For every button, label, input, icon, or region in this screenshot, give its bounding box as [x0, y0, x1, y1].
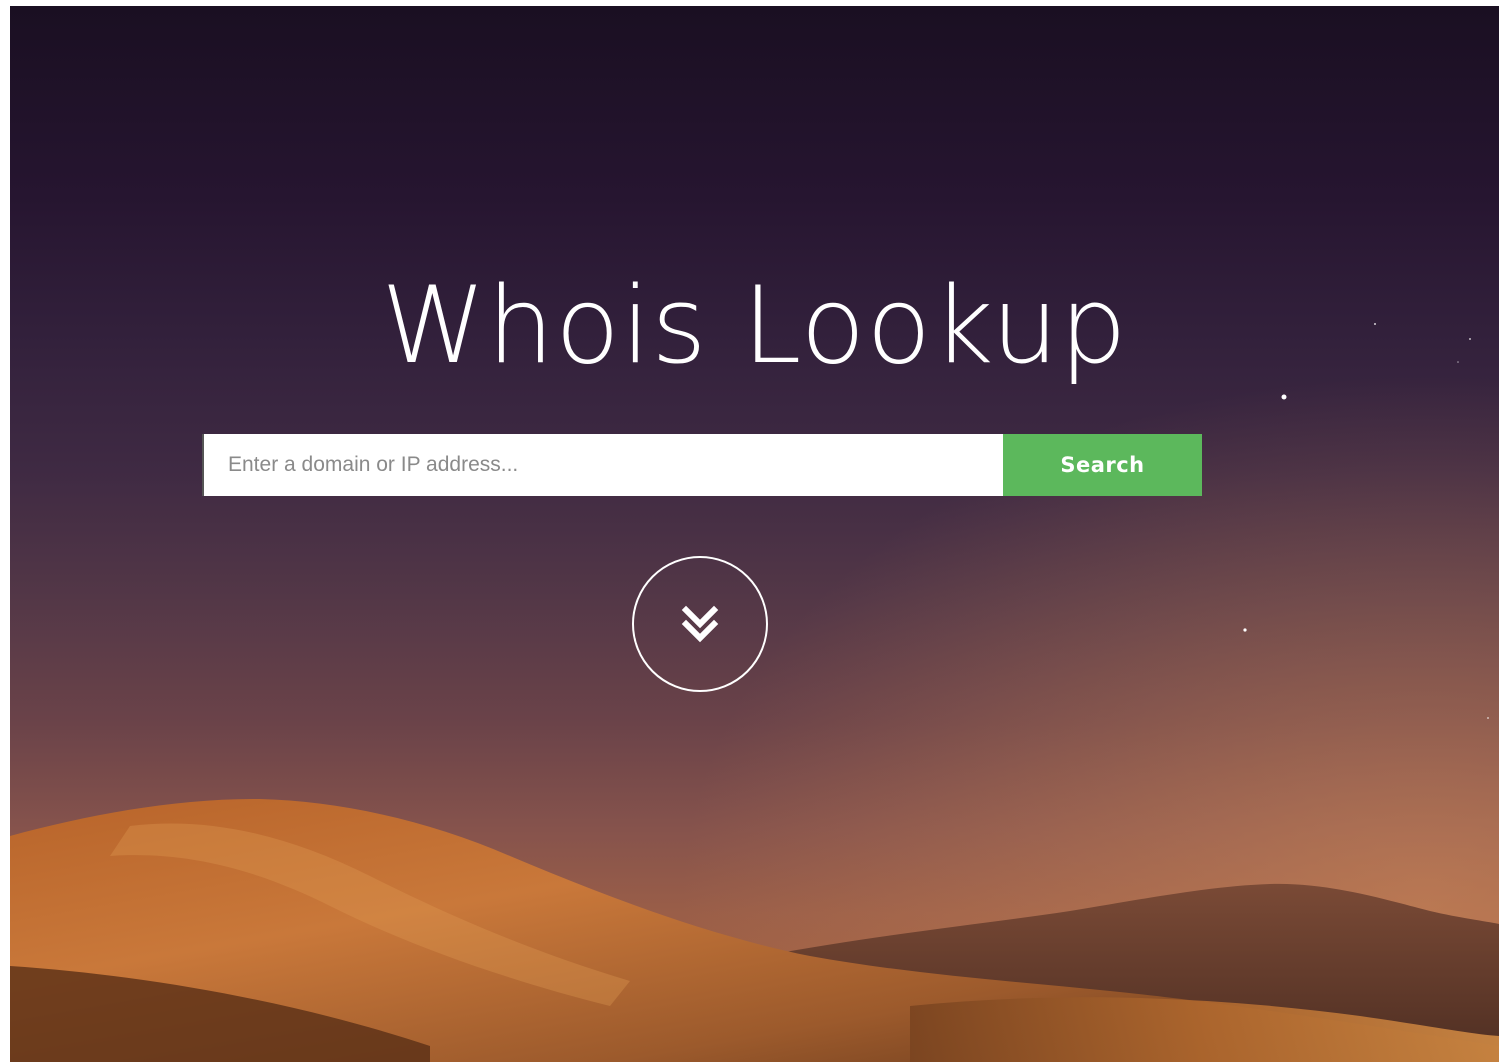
desert-background-image — [10, 6, 1499, 1062]
double-chevron-down-icon — [681, 605, 719, 643]
hero-section: Whois Lookup Search — [10, 6, 1499, 1062]
search-button[interactable]: Search — [1003, 434, 1202, 496]
search-form: Search — [202, 434, 1202, 496]
scroll-down-button[interactable] — [632, 556, 768, 692]
page-title: Whois Lookup — [381, 264, 1128, 387]
domain-search-input[interactable] — [202, 434, 1003, 496]
